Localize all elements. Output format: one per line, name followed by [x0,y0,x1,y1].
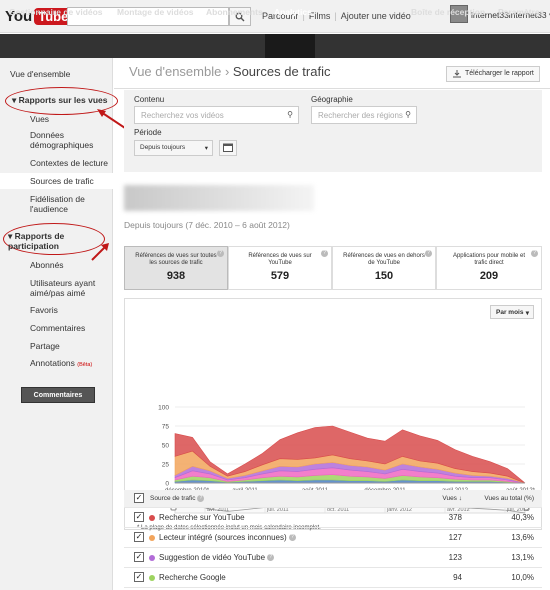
search-icon: ⚲ [403,110,411,119]
source-name[interactable]: Suggestion de vidéo YouTube ? [159,553,275,562]
period-dropdown-value: Depuis toujours [140,144,186,151]
source-name-label: Lecteur intégré (sources inconnues) [159,533,287,542]
y-tick-label: 50 [162,443,170,450]
y-tick-label: 100 [158,405,169,412]
calendar-icon [223,143,233,152]
source-pct: 40,3% [511,513,534,522]
series-color-dot [149,555,155,561]
content-search-placeholder: Recherchez vos vidéos [141,111,224,120]
traffic-sources-table: ✓ Source de trafic ? Vues ↓ Vues au tota… [124,490,542,588]
breadcrumb-root[interactable]: Vue d'ensemble [129,64,221,79]
download-report-button[interactable]: Télécharger le rapport [446,66,540,82]
calendar-button[interactable] [219,140,237,156]
blurred-channel-title [124,185,314,211]
series-color-dot [149,575,155,581]
column-header-views-label: Vues [442,495,457,502]
red-arrow-1-head [97,109,106,117]
column-header-pct[interactable]: Vues au total (%) [484,495,534,502]
source-name-label: Recherche Google [159,573,226,582]
chevron-down-icon: ▾ [204,145,208,152]
table-body: ✓ Recherche sur YouTube 378 40,3% ✓ Lecteur i… [124,508,542,588]
column-header-source[interactable]: Source de trafic ? [150,495,205,503]
help-icon[interactable]: ? [531,250,538,257]
geography-filter-label: Géographie [311,95,353,104]
page-title: Sources de trafic [232,64,331,79]
table-row[interactable]: ✓ Recherche sur YouTube 378 40,3% [124,508,542,528]
search-icon: ⚲ [287,110,293,119]
metric-all-sources[interactable]: Références de vues sur toutes les source… [124,246,228,290]
help-icon[interactable]: ? [267,554,275,562]
source-name[interactable]: Recherche sur YouTube [159,513,245,522]
period-filter-label: Période [134,128,162,137]
y-tick-label: 25 [162,462,170,469]
column-header-views[interactable]: Vues ↓ [442,495,462,502]
y-tick-label: 75 [162,424,170,431]
source-views: 123 [448,553,462,562]
source-views: 378 [448,513,462,522]
source-views: 94 [453,573,462,582]
breadcrumb: Vue d'ensemble › Sources de trafic [129,64,331,79]
table-header: ✓ Source de trafic ? Vues ↓ Vues au tota… [124,490,542,508]
sort-down-arrow-icon: ↓ [458,495,462,502]
row-checkbox[interactable]: ✓ [134,552,144,562]
divider [114,88,550,89]
metric-label: Références de vues sur YouTube [248,253,312,266]
download-icon [453,70,461,78]
metric-value: 209 [479,270,499,282]
period-dropdown[interactable]: Depuis toujours ▾ [134,140,213,156]
metric-outside-youtube[interactable]: Références de vues en dehors de YouTube … [332,246,436,290]
y-tick-label: 0 [165,481,169,488]
help-icon[interactable]: ? [197,495,205,502]
help-icon[interactable]: ? [288,534,296,542]
series-color-dot [149,515,155,521]
help-icon[interactable]: ? [217,250,224,257]
source-pct: 13,1% [511,553,534,562]
metric-label: Références de vues sur toutes les source… [135,253,217,266]
table-row[interactable]: ✓ Recherche Google 94 10,0% [124,568,542,588]
source-pct: 13,6% [511,533,534,542]
row-checkbox[interactable]: ✓ [134,512,144,522]
source-name-label: Suggestion de vidéo YouTube [159,553,266,562]
metric-label: Références de vues en dehors de YouTube [343,253,425,266]
metric-label: Applications pour mobile et trafic direc… [452,253,526,266]
row-checkbox[interactable]: ✓ [134,532,144,542]
metric-youtube[interactable]: Références de vues sur YouTube 579 ? [228,246,332,290]
date-range: Depuis toujours (7 déc. 2010 – 6 août 20… [124,220,290,230]
metric-value: 579 [270,270,290,282]
column-header-source-label: Source de trafic [150,495,196,503]
content-filter-label: Contenu [134,95,165,104]
source-name[interactable]: Lecteur intégré (sources inconnues) ? [159,533,296,542]
metric-value: 150 [374,270,394,282]
source-name[interactable]: Recherche Google [159,573,226,582]
content-search-input[interactable]: Recherchez vos vidéos ⚲ [134,106,299,124]
table-row[interactable]: ✓ Lecteur intégré (sources inconnues) ? 12… [124,528,542,548]
select-all-checkbox[interactable]: ✓ [134,493,144,503]
source-views: 127 [448,533,462,542]
geography-search-input[interactable]: Rechercher des régions ⚲ [311,106,417,124]
help-icon[interactable]: ? [425,250,432,257]
filter-panel: Contenu Recherchez vos vidéos ⚲ Géograph… [124,90,542,172]
help-icon[interactable]: ? [321,250,328,257]
row-checkbox[interactable]: ✓ [134,572,144,582]
red-arrow-2 [91,245,107,261]
metric-mobile-direct[interactable]: Applications pour mobile et trafic direc… [436,246,542,290]
source-name-label: Recherche sur YouTube [159,513,245,522]
geography-search-placeholder: Rechercher des régions [318,111,403,120]
series-color-dot [149,535,155,541]
table-row[interactable]: ✓ Suggestion de vidéo YouTube ? 123 13,1% [124,548,542,568]
metric-value: 938 [166,270,186,282]
download-report-label: Télécharger le rapport [465,70,534,77]
metrics-bar: Références de vues sur toutes les source… [124,246,542,290]
source-pct: 10,0% [511,573,534,582]
